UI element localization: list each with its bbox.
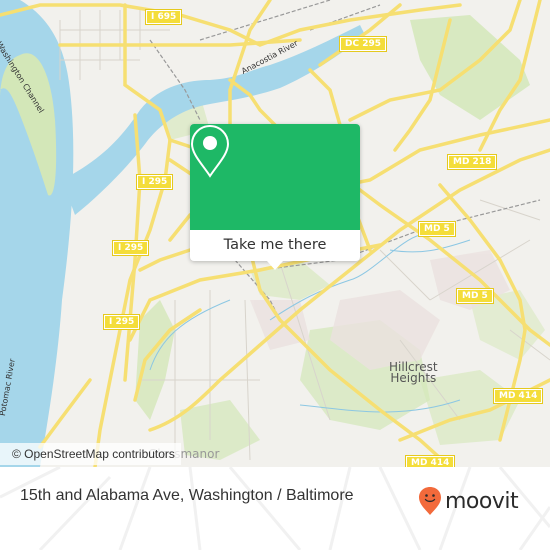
shield-i295-b: I 295 [111, 240, 150, 256]
shield-dc295: DC 295 [339, 36, 387, 52]
popup-header [190, 124, 360, 230]
hillcrest-heights-label: Hillcrest Heights [389, 361, 438, 385]
shield-md414-a: MD 414 [492, 388, 544, 404]
map-pin-icon [190, 124, 230, 178]
shield-md5-a: MD 5 [418, 221, 456, 237]
shield-i295-a: I 295 [135, 174, 174, 190]
take-me-there-button[interactable]: Take me there [190, 230, 360, 261]
footer: 15th and Alabama Ave, Washington / Balti… [0, 467, 550, 550]
shield-i295-c: I 295 [102, 314, 141, 330]
shield-md414-b: MD 414 [404, 455, 456, 467]
moovit-wordmark: moovit [445, 488, 519, 514]
map[interactable]: I 695 DC 295 MD 218 I 295 MD 5 I 295 MD … [0, 0, 550, 467]
heights-label: Heights [390, 371, 437, 385]
osm-attribution[interactable]: © OpenStreetMap contributors [0, 443, 181, 465]
shield-md218: MD 218 [446, 154, 498, 170]
shield-i695: I 695 [144, 9, 183, 25]
location-popup: Take me there [190, 124, 360, 270]
popup-pointer [267, 261, 283, 270]
location-title: 15th and Alabama Ave, Washington / Balti… [20, 487, 354, 504]
moovit-smiley-pin-icon [419, 487, 441, 515]
shield-md5-b: MD 5 [456, 288, 494, 304]
moovit-logo[interactable]: moovit [418, 485, 519, 517]
